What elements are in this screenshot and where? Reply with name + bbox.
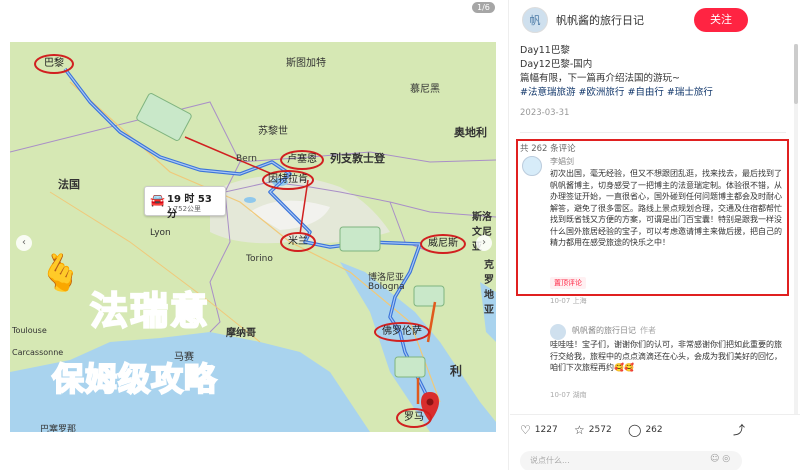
map-label-monaco: 摩纳哥 bbox=[226, 328, 256, 339]
follow-button[interactable]: 关注 bbox=[694, 8, 748, 32]
engagement-bar: ♡ 1227 ☆ 2572 ◯ 262 ⤴ 说点什么... ☺ ◎ bbox=[510, 414, 800, 470]
map-label-zurich: 苏黎世 bbox=[258, 126, 288, 137]
map-label-stuttgart: 斯图加特 bbox=[286, 58, 326, 69]
car-icon: 🚘 bbox=[150, 193, 165, 207]
reply-author-name[interactable]: 帆帆酱的旅行日记 bbox=[572, 326, 636, 335]
map-label-bologna: Bologna bbox=[368, 282, 405, 292]
star-stat[interactable]: ☆ 2572 bbox=[574, 423, 612, 437]
city-paris[interactable]: 巴黎 bbox=[34, 54, 74, 74]
post-image-panel: 巴黎 卢塞恩 因特拉肯 米兰 威尼斯 佛罗伦萨 罗马 斯图加特 慕尼黑 苏黎世 … bbox=[0, 0, 510, 470]
map-label-torino: Torino bbox=[246, 254, 273, 264]
commenter-avatar[interactable] bbox=[522, 156, 542, 176]
city-venice[interactable]: 威尼斯 bbox=[420, 234, 466, 254]
map-overlay-subtitle: 保姆级攻略 bbox=[51, 359, 218, 399]
tag-link[interactable]: #瑞士旅行 bbox=[667, 87, 713, 98]
heart-hand-icon: 🫰 bbox=[38, 253, 83, 294]
post-line: Day11巴黎 bbox=[520, 45, 570, 56]
comment-meta: 10-07 上海 bbox=[550, 297, 587, 305]
post-tags: #法意瑞旅游 #欧洲旅行 #自由行 #瑞士旅行 bbox=[520, 86, 786, 100]
scrollbar-thumb[interactable] bbox=[794, 44, 798, 104]
comment-input[interactable]: 说点什么... bbox=[520, 451, 742, 470]
post-content: Day11巴黎 Day12巴黎-国内 篇幅有限，下一篇再介绍法国的游玩~ #法意… bbox=[520, 44, 786, 120]
tag-link[interactable]: #法意瑞旅游 bbox=[520, 87, 575, 98]
image-counter: 1/6 bbox=[472, 2, 495, 13]
author-avatar[interactable]: 帆 bbox=[522, 7, 548, 33]
reply-avatar[interactable] bbox=[550, 324, 566, 340]
city-interlaken[interactable]: 因特拉肯 bbox=[262, 170, 314, 190]
pinned-badge: 置顶评论 bbox=[550, 277, 586, 289]
route-distance: 1,752公里 bbox=[167, 205, 202, 213]
city-lucerne[interactable]: 卢塞恩 bbox=[280, 150, 324, 170]
heart-icon[interactable]: ♡ bbox=[520, 423, 531, 437]
tag-link[interactable]: #欧洲旅行 bbox=[578, 87, 624, 98]
reply-author[interactable]: 帆帆酱的旅行日记 作者 bbox=[572, 325, 656, 336]
emoji-icon[interactable]: ☺ ◎ bbox=[710, 454, 730, 464]
route-map-image[interactable]: 巴黎 卢塞恩 因特拉肯 米兰 威尼斯 佛罗伦萨 罗马 斯图加特 慕尼黑 苏黎世 … bbox=[10, 42, 496, 432]
map-label-toulouse: Toulouse bbox=[12, 326, 47, 335]
reply-meta: 10-07 湖南 bbox=[550, 391, 587, 399]
prev-image-icon[interactable]: ‹ bbox=[16, 235, 32, 251]
city-florence[interactable]: 佛罗伦萨 bbox=[374, 322, 430, 342]
tag-link[interactable]: #自由行 bbox=[627, 87, 663, 98]
comment-count-value: 262 bbox=[645, 425, 663, 435]
city-milan[interactable]: 米兰 bbox=[280, 232, 316, 252]
comment-text: 初次出国，毫无经验，但又不想跟团乱逛，找来找去，最后找到了帆帆酱博主，切身感受了… bbox=[550, 169, 782, 247]
post-date: 2023-03-31 bbox=[520, 108, 570, 118]
star-icon[interactable]: ☆ bbox=[574, 423, 585, 437]
map-label-barcelona: 巴塞罗那 bbox=[40, 425, 77, 432]
map-label-bern: Bern bbox=[236, 154, 257, 164]
content-divider bbox=[520, 132, 786, 133]
map-label-munich: 慕尼黑 bbox=[410, 84, 440, 95]
map-overlay-title: 法瑞意 bbox=[89, 288, 211, 334]
star-count: 2572 bbox=[588, 425, 612, 435]
post-detail-panel: 帆 帆帆酱的旅行日记 关注 Day11巴黎 Day12巴黎-国内 篇幅有限，下一… bbox=[510, 0, 800, 470]
like-stat[interactable]: ♡ 1227 bbox=[520, 423, 558, 437]
map-label-bologna-cn: 博洛尼亚 bbox=[368, 273, 405, 283]
next-image-icon[interactable]: › bbox=[476, 235, 492, 251]
post-line: Day12巴黎-国内 bbox=[520, 59, 593, 70]
author-name[interactable]: 帆帆酱的旅行日记 bbox=[556, 12, 644, 28]
post-line: 篇幅有限，下一篇再介绍法国的游玩~ bbox=[520, 73, 680, 84]
post-detail-root: 巴黎 卢塞恩 因特拉肯 米兰 威尼斯 佛罗伦萨 罗马 斯图加特 慕尼黑 苏黎世 … bbox=[0, 0, 800, 470]
comment-stat[interactable]: ◯ 262 bbox=[628, 423, 663, 437]
comment-icon[interactable]: ◯ bbox=[628, 423, 641, 437]
panel-divider bbox=[508, 0, 509, 470]
city-rome[interactable]: 罗马 bbox=[396, 408, 432, 428]
author-info[interactable]: 帆 帆帆酱的旅行日记 bbox=[522, 6, 644, 34]
like-count: 1227 bbox=[534, 425, 558, 435]
share-icon[interactable]: ⤴ bbox=[733, 421, 745, 438]
map-label-lyon: Lyon bbox=[150, 228, 171, 238]
author-tag: 作者 bbox=[640, 326, 656, 335]
commenter-name[interactable]: 李娼剑 bbox=[550, 156, 574, 167]
route-time-box[interactable]: 🚘 19 时 53 分 1,752公里 bbox=[144, 186, 226, 220]
reply-text: 哇哇哇！宝子们，谢谢你们的认可，非常感谢你们把如此重要的旅行交给我，旅程中的点点… bbox=[550, 340, 782, 372]
map-label-croatia: 克罗地亚 bbox=[484, 260, 494, 316]
map-label-austria: 奥地利 bbox=[454, 126, 487, 139]
map-label-france: 法国 bbox=[58, 178, 80, 191]
map-label-italy-partial: 利 bbox=[450, 364, 463, 378]
map-label-liechtenstein: 列支敦士登 bbox=[330, 152, 385, 165]
